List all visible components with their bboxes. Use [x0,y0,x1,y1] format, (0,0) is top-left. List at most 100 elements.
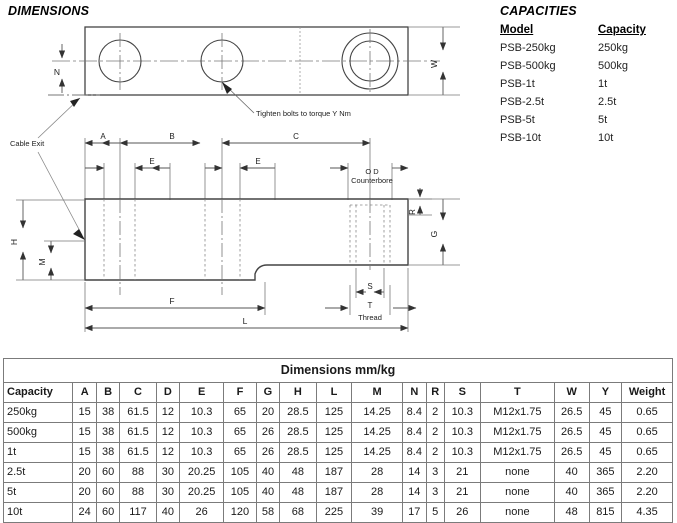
capacities-value-2: 1t [598,78,608,90]
dimension-M [44,240,85,280]
cell-s: 26 [443,502,481,523]
cell-s: 10.3 [443,422,481,443]
capacities-value-0: 250kg [598,42,628,54]
extension-lines-abc [84,138,371,200]
capacities-panel: CAPACITIES [500,4,577,18]
dimension-label-R: R [408,209,417,215]
col-header-m: M [351,382,403,403]
cell-t: none [479,462,555,483]
capacities-value-1: 500kg [598,60,628,72]
cell-c: 61.5 [119,442,157,463]
cable-exit-leader-bottom [37,151,83,236]
dimension-label-B: B [169,132,174,141]
hole-centerlines [119,29,371,94]
cell-a: 15 [72,442,97,463]
cell-e: 26 [179,502,225,523]
cell-weight: 0.65 [621,402,673,423]
cell-e: 10.3 [179,402,225,423]
table-row: 250kg 15 38 61.5 12 10.3 65 20 28.5 125 … [2,402,673,423]
cell-d: 30 [155,482,181,503]
cell-y: 815 [588,502,623,523]
cell-r: 2 [425,402,445,423]
capacities-model-5: PSB-10t [500,132,541,144]
cell-y: 365 [588,462,623,483]
cell-h: 28.5 [279,442,317,463]
dimension-label-M: M [37,258,47,265]
dimension-H [16,199,85,281]
col-header-h: H [279,382,317,403]
col-header-g: G [255,382,281,403]
side-view-body-outline [84,198,409,281]
capacities-model-2: PSB-1t [500,78,535,90]
counterbore-label: Counterbore [351,176,393,185]
dimension-label-W: W [429,60,439,68]
col-header-b: B [95,382,121,403]
col-header-d: D [155,382,181,403]
cell-g: 26 [255,442,281,463]
table-row: 2.5t 20 60 88 30 20.25 105 40 48 187 28 … [2,462,673,483]
cell-n: 8.4 [401,442,427,463]
cell-b: 38 [95,402,121,423]
cell-s: 10.3 [443,442,481,463]
dimension-label-N: N [54,67,60,77]
cell-capacity: 250kg [2,402,74,423]
capacities-section-title: CAPACITIES [500,4,577,18]
col-header-weight: Weight [621,382,673,403]
col-header-r: R [425,382,445,403]
cell-weight: 2.20 [621,482,673,503]
dimension-label-A: A [100,132,106,141]
cell-t: M12x1.75 [479,442,555,463]
cell-n: 14 [401,482,427,503]
dimension-label-L: L [243,316,248,326]
cell-b: 38 [95,442,121,463]
load-cell-engineering-drawing: N W Tighten bolts to torque Y Nm Cable E… [9,26,460,332]
dimension-label-E1: E [149,157,154,166]
dimension-label-F: F [169,296,174,306]
cell-f: 65 [223,442,257,463]
cell-w: 40 [553,482,590,503]
cell-s: 10.3 [443,402,481,423]
cable-exit-arrow-bottom [73,229,85,240]
cell-a: 24 [72,502,97,523]
cell-h: 48 [279,482,317,503]
capacities-value-4: 5t [598,114,608,126]
capacities-header-capacity: Capacity [598,24,646,36]
col-header-n: N [401,382,427,403]
thread-label: Thread [358,313,382,322]
col-header-t: T [479,382,555,403]
cell-e: 10.3 [179,422,225,443]
counterbore-od-label: O D [365,167,379,176]
torque-leader-arrow [222,82,232,94]
col-header-a: A [72,382,97,403]
capacities-value-5: 10t [598,132,614,144]
side-view-hidden-lines [103,199,391,280]
capacities-model-1: PSB-500kg [500,60,556,72]
cell-m: 28 [351,482,403,503]
cell-e: 10.3 [179,442,225,463]
capacities-model-4: PSB-5t [500,114,535,126]
cell-y: 45 [588,402,623,423]
cell-n: 8.4 [401,422,427,443]
cell-d: 40 [155,502,181,523]
cell-weight: 4.35 [621,502,673,523]
cell-h: 68 [279,502,317,523]
table-row: 1t 15 38 61.5 12 10.3 65 26 28.5 125 14.… [2,442,673,463]
cell-h: 28.5 [279,422,317,443]
dimension-label-T: T [368,301,373,310]
cell-f: 105 [223,482,257,503]
cell-m: 28 [351,462,403,483]
cell-capacity: 10t [2,502,74,523]
cell-capacity: 5t [2,482,74,503]
dimension-label-S: S [367,282,372,291]
cell-g: 40 [255,462,281,483]
table-row: 10t 24 60 117 40 26 120 58 68 225 39 17 … [2,502,673,523]
col-header-y: Y [588,382,623,403]
cell-w: 48 [553,502,590,523]
cell-t: none [479,482,555,503]
table-row: 5t 20 60 88 30 20.25 105 40 48 187 28 14… [2,482,673,503]
cell-r: 5 [425,502,445,523]
cell-a: 15 [72,402,97,423]
cell-y: 45 [588,442,623,463]
cell-w: 26.5 [553,402,590,423]
cell-m: 14.25 [351,402,403,423]
